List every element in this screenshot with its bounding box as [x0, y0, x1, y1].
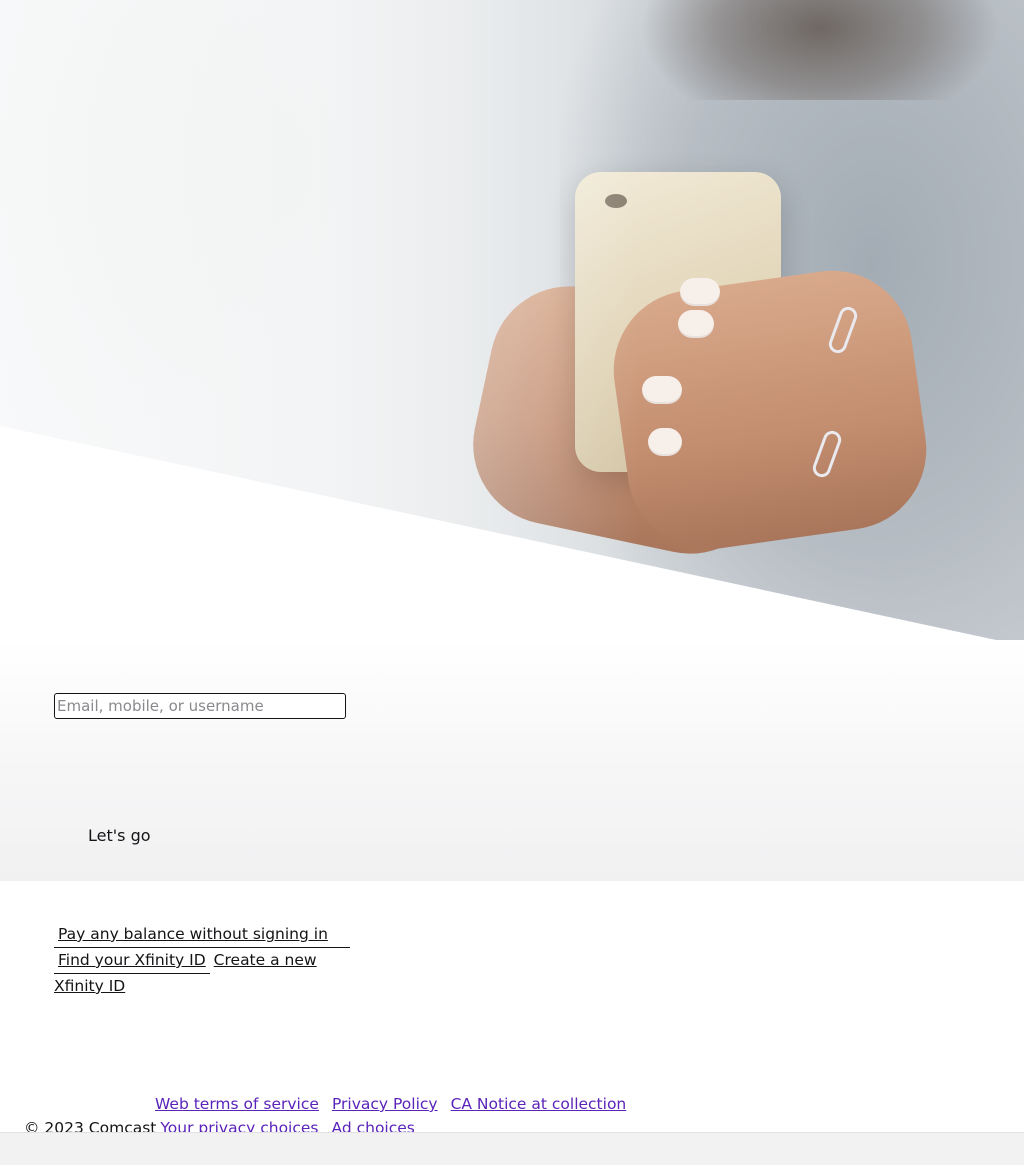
footer-links-row: Web terms of service Privacy Policy CA Not…	[155, 1092, 639, 1116]
hero-image	[0, 0, 1024, 660]
lets-go-button[interactable]: Let's go	[88, 826, 151, 846]
help-links: Pay any balance without signing in Find …	[54, 922, 350, 999]
find-xfinity-id-link[interactable]: Find your Xfinity ID	[54, 948, 210, 974]
hero-nail	[642, 376, 682, 404]
pay-balance-link[interactable]: Pay any balance without signing in	[54, 922, 350, 948]
sign-in-form-area	[0, 640, 1024, 881]
hero-nail	[680, 278, 720, 306]
bottom-bar	[0, 1132, 1024, 1165]
web-terms-link[interactable]: Web terms of service	[155, 1095, 319, 1113]
ca-notice-link[interactable]: CA Notice at collection	[451, 1095, 627, 1113]
privacy-policy-link[interactable]: Privacy Policy	[332, 1095, 438, 1113]
hero-nail	[648, 428, 682, 456]
hero-fade-overlay	[0, 0, 640, 660]
hero-nail	[678, 310, 714, 338]
sign-in-page: Let's go Pay any balance without signing…	[0, 0, 1024, 1165]
hero-hand-right	[603, 260, 937, 560]
hero-face-shadow	[640, 0, 1000, 100]
id-input[interactable]	[54, 693, 346, 719]
